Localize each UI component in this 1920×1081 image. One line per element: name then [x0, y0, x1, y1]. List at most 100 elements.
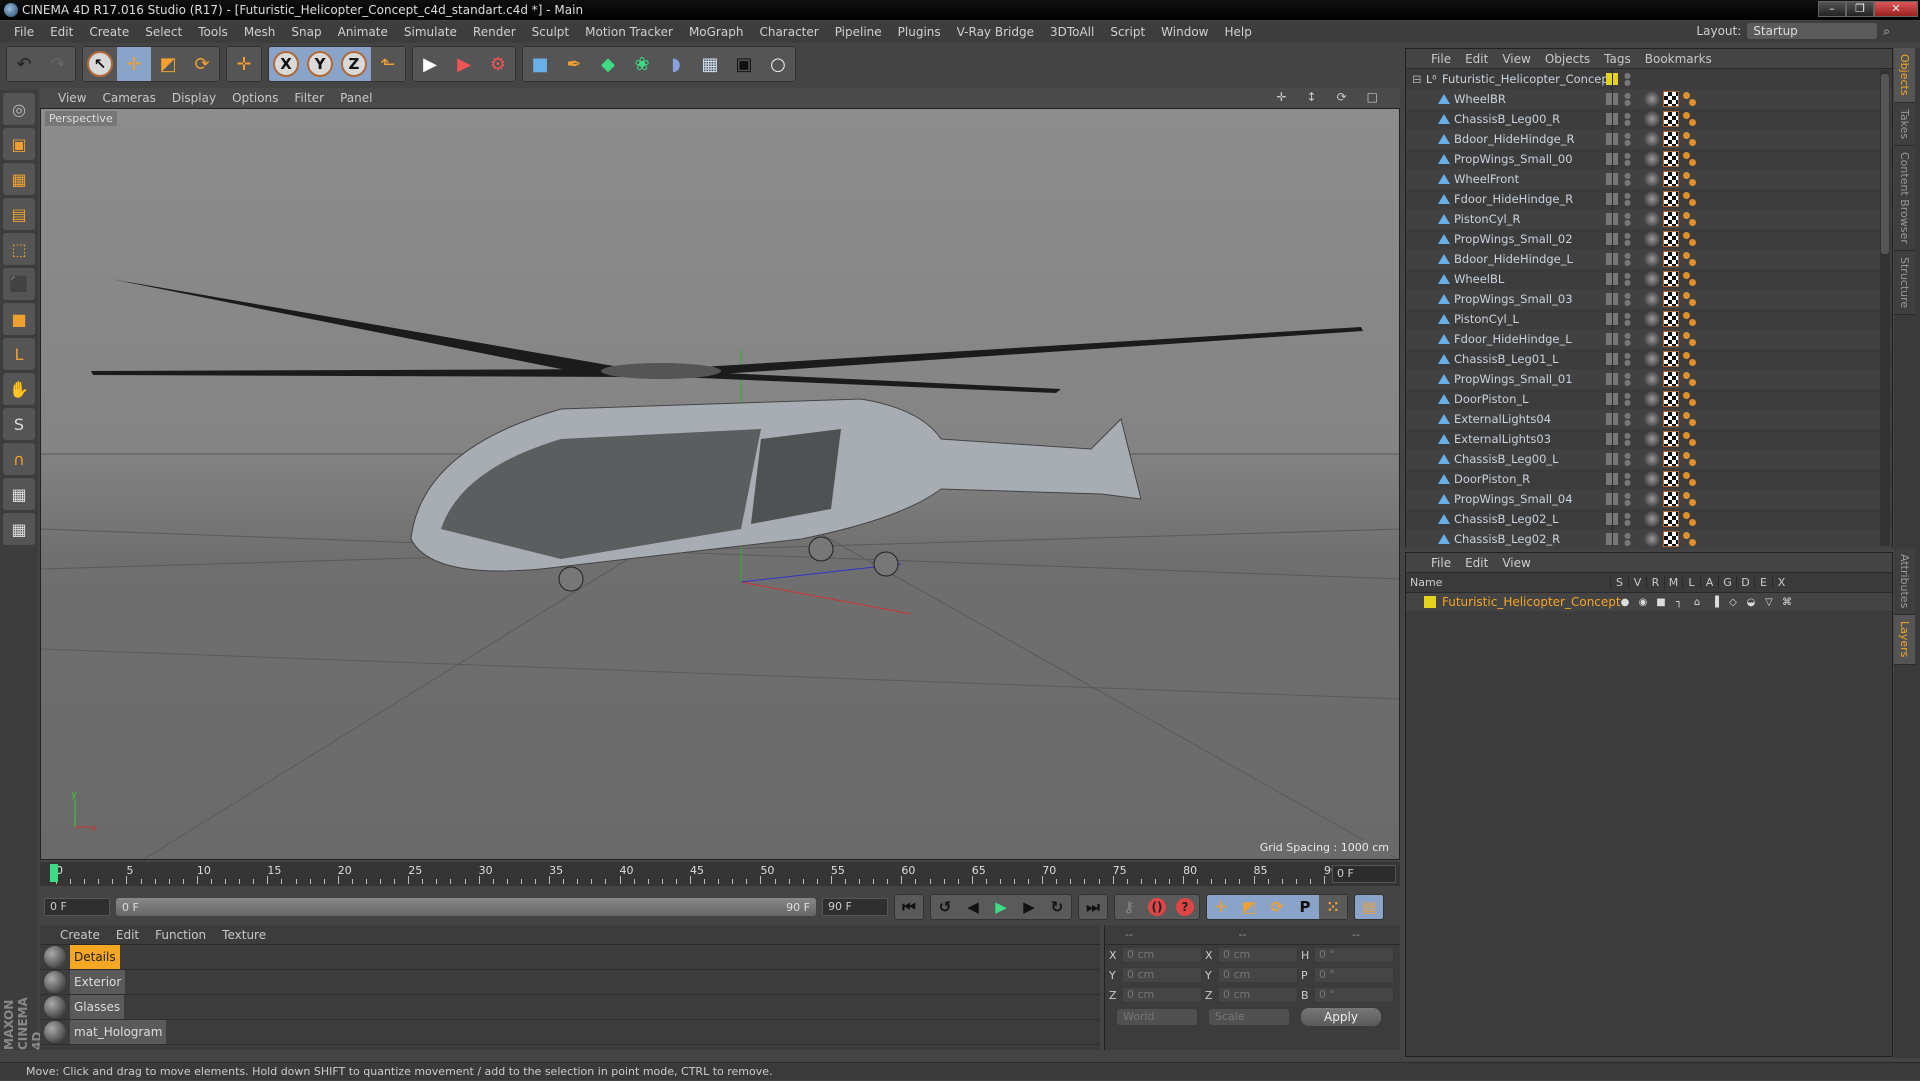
menu-character[interactable]: Character: [759, 25, 818, 39]
object-menu-view[interactable]: View: [1502, 52, 1530, 66]
dolly-view-icon[interactable]: ↕: [1307, 90, 1317, 104]
material-tag-icon[interactable]: [1644, 391, 1660, 407]
object-menu-objects[interactable]: Objects: [1545, 52, 1590, 66]
menu-tools[interactable]: Tools: [198, 25, 228, 39]
search-icon[interactable]: ⌕: [1883, 24, 1890, 39]
uvw-tag-icon[interactable]: [1663, 271, 1679, 287]
object-row[interactable]: PistonCyl_R ● ●: [1406, 209, 1892, 229]
material-name[interactable]: mat_Hologram: [70, 1020, 167, 1044]
material-tag-icon[interactable]: [1644, 271, 1660, 287]
pen-spline-button[interactable]: ✒: [557, 47, 591, 81]
position-field[interactable]: 0 cm: [1122, 987, 1202, 1003]
layer-column-x[interactable]: X: [1772, 576, 1790, 589]
layer-column-v[interactable]: V: [1628, 576, 1646, 589]
menu-create[interactable]: Create: [89, 25, 129, 39]
key-pla-toggle[interactable]: ⁙: [1319, 895, 1347, 919]
light-button[interactable]: ○: [761, 47, 795, 81]
object-row[interactable]: Fdoor_HideHindge_L ● ●: [1406, 329, 1892, 349]
previous-key-button[interactable]: ↺: [931, 895, 959, 919]
menu-script[interactable]: Script: [1110, 25, 1145, 39]
layer-manager-icon[interactable]: ┐: [1670, 597, 1688, 608]
array-button[interactable]: ❀: [625, 47, 659, 81]
texture-mode-button[interactable]: ▦: [3, 163, 35, 195]
material-tag-icon[interactable]: [1644, 111, 1660, 127]
render-settings-button[interactable]: ⚙: [481, 47, 515, 81]
floor-button[interactable]: ▦: [693, 47, 727, 81]
scale-tool-button[interactable]: ◩: [151, 47, 185, 81]
object-row[interactable]: PropWings_Small_00 ● ●: [1406, 149, 1892, 169]
render-picture-viewer-button[interactable]: ▶: [447, 47, 481, 81]
object-row[interactable]: PropWings_Small_02 ● ●: [1406, 229, 1892, 249]
uvw-tag-icon[interactable]: [1663, 171, 1679, 187]
phong-tag-icon[interactable]: [1682, 471, 1698, 487]
menu-animate[interactable]: Animate: [338, 25, 388, 39]
dock-tab-objects[interactable]: Objects: [1894, 48, 1915, 103]
layer-column-r[interactable]: R: [1646, 576, 1664, 589]
object-row[interactable]: PropWings_Small_01 ● ●: [1406, 369, 1892, 389]
previous-frame-button[interactable]: ◀: [959, 895, 987, 919]
axis-mode-button[interactable]: L: [3, 338, 35, 370]
object-row[interactable]: ChassisB_Leg00_R ● ●: [1406, 109, 1892, 129]
undo-button[interactable]: ↶: [7, 47, 41, 81]
layer-xref-icon[interactable]: ⌘: [1778, 597, 1796, 608]
layer-expressions-icon[interactable]: ▽: [1760, 597, 1778, 608]
menu-render[interactable]: Render: [473, 25, 516, 39]
visibility-dots[interactable]: ● ●: [1624, 312, 1631, 327]
move-tool-button[interactable]: ✛: [117, 47, 151, 81]
layer-column-name[interactable]: Name: [1410, 576, 1610, 589]
visibility-dots[interactable]: ● ●: [1624, 72, 1631, 87]
material-tag-icon[interactable]: [1644, 211, 1660, 227]
phong-tag-icon[interactable]: [1682, 311, 1698, 327]
layer-column-a[interactable]: A: [1700, 576, 1718, 589]
object-row[interactable]: ChassisB_Leg02_L ● ●: [1406, 509, 1892, 529]
phong-tag-icon[interactable]: [1682, 131, 1698, 147]
object-row[interactable]: PropWings_Small_04 ● ●: [1406, 489, 1892, 509]
uvw-tag-icon[interactable]: [1663, 351, 1679, 367]
tweak-mode-button[interactable]: ✋: [3, 373, 35, 405]
menu-mesh[interactable]: Mesh: [244, 25, 276, 39]
menu-edit[interactable]: Edit: [50, 25, 73, 39]
viewport-menu-display[interactable]: Display: [172, 91, 216, 105]
phong-tag-icon[interactable]: [1682, 431, 1698, 447]
planar-workplane-button[interactable]: ▦: [3, 513, 35, 545]
menu-simulate[interactable]: Simulate: [404, 25, 457, 39]
visibility-dots[interactable]: ● ●: [1624, 412, 1631, 427]
uvw-tag-icon[interactable]: [1663, 511, 1679, 527]
size-field[interactable]: 0 cm: [1218, 987, 1298, 1003]
3d-viewport[interactable]: y x Perspective Grid Spacing : 1000 cm: [40, 108, 1400, 860]
material-tag-icon[interactable]: [1644, 431, 1660, 447]
visibility-dots[interactable]: ● ●: [1624, 452, 1631, 467]
visibility-dots[interactable]: ● ●: [1624, 392, 1631, 407]
layer-menu-edit[interactable]: Edit: [1465, 556, 1488, 570]
material-menu-texture[interactable]: Texture: [222, 928, 266, 942]
menu-v-ray-bridge[interactable]: V-Ray Bridge: [957, 25, 1034, 39]
material-name[interactable]: Details: [70, 945, 120, 969]
visibility-dots[interactable]: ● ●: [1624, 332, 1631, 347]
visibility-dots[interactable]: ● ●: [1624, 112, 1631, 127]
visibility-dots[interactable]: ● ●: [1624, 492, 1631, 507]
material-tag-icon[interactable]: [1644, 251, 1660, 267]
material-tag-icon[interactable]: [1644, 191, 1660, 207]
redo-button[interactable]: ↷: [41, 47, 75, 81]
snap-button[interactable]: S: [3, 408, 35, 440]
object-row[interactable]: Bdoor_HideHindge_R ● ●: [1406, 129, 1892, 149]
object-row[interactable]: Fdoor_HideHindge_R ● ●: [1406, 189, 1892, 209]
apply-button[interactable]: Apply: [1301, 1008, 1381, 1026]
visibility-dots[interactable]: ● ●: [1624, 512, 1631, 527]
rotation-field[interactable]: 0 °: [1314, 987, 1394, 1003]
uvw-tag-icon[interactable]: [1663, 451, 1679, 467]
layer-locked-icon[interactable]: ⌂: [1688, 597, 1706, 608]
material-tag-icon[interactable]: [1644, 91, 1660, 107]
uvw-tag-icon[interactable]: [1663, 311, 1679, 327]
uvw-tag-icon[interactable]: [1663, 291, 1679, 307]
minimize-button[interactable]: –: [1818, 1, 1846, 17]
material-row[interactable]: mat_Hologram: [40, 1020, 1100, 1045]
autokeying-button[interactable]: ?: [1171, 895, 1199, 919]
subdivision-surface-button[interactable]: ◆: [591, 47, 625, 81]
phong-tag-icon[interactable]: [1682, 291, 1698, 307]
visibility-dots[interactable]: ● ●: [1624, 532, 1631, 547]
uvw-tag-icon[interactable]: [1663, 251, 1679, 267]
visibility-dots[interactable]: ● ●: [1624, 232, 1631, 247]
layer-color-swatch[interactable]: [1424, 596, 1436, 608]
phong-tag-icon[interactable]: [1682, 111, 1698, 127]
